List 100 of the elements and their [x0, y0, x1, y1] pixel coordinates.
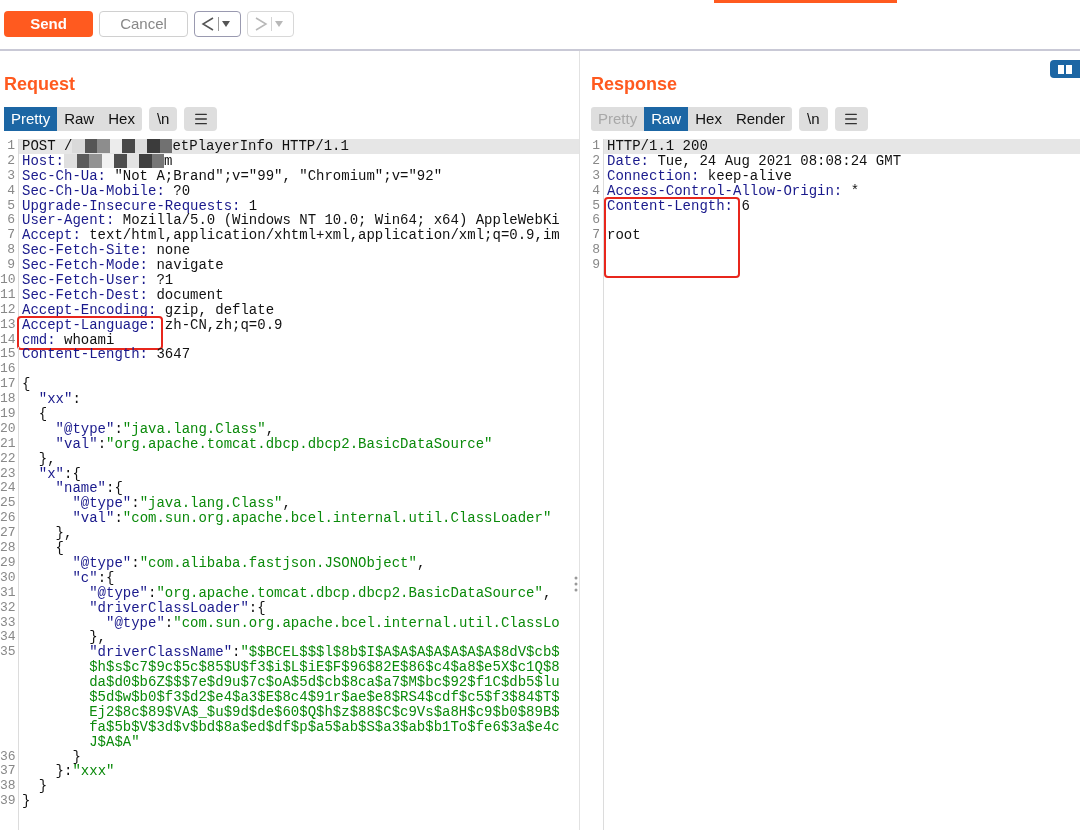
code-line: "x":{	[37, 465, 81, 482]
code-line: Upgrade-Insecure-Requests: 1	[22, 197, 258, 214]
line-number: 8	[7, 242, 15, 258]
line-number: 2	[592, 152, 600, 168]
code-line: "@type":"com.alibaba.fastjson.JSONObject",	[71, 554, 426, 571]
view-tab[interactable]: Render	[728, 107, 793, 131]
line-number: 10	[0, 272, 16, 287]
code-line: },	[54, 525, 73, 542]
line-number: 29	[0, 554, 16, 570]
code-text: m	[164, 152, 173, 169]
menu-button[interactable]	[184, 107, 218, 131]
drag-handle-icon	[574, 576, 578, 592]
line-number: 19	[0, 406, 16, 422]
line-number: 15	[0, 346, 16, 362]
line-number: 31	[0, 584, 16, 600]
code-line: J$A$A"	[88, 733, 140, 750]
line-number: 7	[7, 227, 15, 243]
code-line: "val":"com.sun.org.apache.bcel.internal.util.ClassLoader"	[71, 510, 552, 527]
view-tab[interactable]: Raw	[57, 107, 102, 131]
code-line: Accept-Language: zh-CN,zh;q=0.9	[22, 316, 283, 333]
chevron-left-icon	[201, 16, 215, 32]
line-number: 4	[592, 182, 600, 198]
code-line: $5d$w$b0$f3$d2$e4$a3$E$8c4$91r$ae$e8$RS4$cdf$c5$f3$84$T$	[88, 688, 560, 705]
line-number: 6	[592, 212, 600, 228]
line-number: 24	[0, 480, 16, 496]
code-line: Content-Length: 3647	[22, 346, 191, 363]
chevron-right-icon	[254, 16, 268, 32]
line-number: 34	[0, 629, 16, 645]
line-number: 5	[7, 197, 15, 213]
code-line: "@type":"java.lang.Class",	[54, 420, 275, 437]
newline-toggle[interactable]: \n	[799, 107, 828, 131]
view-tab[interactable]: Hex	[101, 107, 142, 131]
line-number: 1	[592, 138, 600, 153]
caret-down-icon	[275, 21, 283, 27]
line-number: 12	[0, 301, 16, 317]
code-line: fa$5b$V$3d$v$bd$8a$ed$df$p$a5$ab$S$a3$ab$b1To$fe6$3a$e4c	[88, 718, 560, 735]
line-number: 20	[0, 420, 16, 436]
code-line: Date: Tue, 24 Aug 2021 08:08:24 GMT	[607, 152, 902, 169]
code-line: },	[88, 629, 106, 646]
code-line: Sec-Fetch-User: ?1	[22, 272, 174, 288]
code-line: },	[37, 450, 56, 467]
line-number: 23	[0, 465, 16, 481]
code-line: Accept-Encoding: gzip, deflate	[22, 301, 275, 318]
line-number: 16	[0, 361, 16, 377]
line-number: 35	[0, 644, 16, 660]
line-number: 28	[0, 540, 16, 556]
layout-toggle-button[interactable]	[1050, 60, 1080, 78]
panel-title: Response	[590, 73, 679, 95]
menu-icon	[192, 111, 209, 127]
code-line: }	[37, 778, 48, 795]
line-number: 25	[0, 495, 16, 511]
code-line: "@type":"com.sun.org.apache.bcel.internal.util.ClassLo	[105, 614, 560, 631]
newline-toggle[interactable]: \n	[148, 107, 178, 131]
code-line: "val":"org.apache.tomcat.dbcp.dbcp2.BasicDataSource"	[54, 435, 493, 452]
line-number: 3	[592, 167, 600, 183]
code-line: {	[22, 376, 31, 393]
code-line: Sec-Ch-Ua: "Not A;Brand";v="99", "Chromium";v="92"	[22, 167, 443, 184]
code-line: "@type":"org.apache.tomcat.dbcp.dbcp2.BasicDataSource",	[88, 584, 552, 601]
code-line: Sec-Fetch-Site: none	[22, 242, 191, 259]
line-number: 38	[0, 778, 16, 794]
code-line: $h$s$c7$9c$5c$85$U$f3$i$L$iE$F$96$82E$86$c4$a8$e5X$c1Q$8	[88, 659, 560, 676]
line-number: 22	[0, 450, 16, 466]
code-line: }	[22, 793, 31, 810]
code-line: HTTP/1.1 200	[607, 138, 708, 154]
code-text: POST /	[22, 138, 73, 154]
line-number: 39	[0, 793, 16, 809]
code-line: }:"xxx"	[54, 763, 115, 780]
line-number: 3	[7, 167, 15, 183]
code-line: Access-Control-Allow-Origin: *	[607, 182, 860, 199]
code-text: etPlayerInfo HTTP/1.1	[172, 138, 349, 154]
code-line: Accept: text/html,application/xhtml+xml,application/xml;q=0.9,im	[22, 227, 560, 244]
line-number: 11	[0, 286, 16, 302]
line-number: 33	[0, 614, 16, 630]
back-button[interactable]	[194, 11, 241, 37]
line-number: 7	[592, 227, 600, 243]
code-line: "@type":"java.lang.Class",	[71, 495, 291, 512]
line-number: 18	[0, 391, 16, 407]
code-line: Ej2$8c$89$VA$_$u$9d$de$60$Q$h$z$88$C$c9Vs$a8H$c9$b0$89B$	[88, 703, 560, 720]
line-number: 27	[0, 525, 16, 541]
code-line: }	[71, 748, 81, 765]
line-number: 17	[0, 376, 16, 392]
code-text: Host:	[22, 152, 64, 169]
code-line: Connection: keep-alive	[607, 167, 792, 184]
code-line: {	[37, 406, 48, 423]
line-number: 1	[7, 138, 15, 153]
line-number: 14	[0, 331, 16, 347]
view-tab[interactable]: Raw	[644, 107, 689, 131]
code-line: "name":{	[54, 480, 123, 497]
line-number: 32	[0, 599, 16, 615]
line-number: 4	[7, 182, 15, 198]
line-number: 36	[0, 748, 16, 764]
code-line: "xx":	[37, 391, 81, 408]
menu-button[interactable]	[834, 107, 868, 131]
code-line: "c":{	[71, 569, 115, 586]
view-tab[interactable]: Hex	[688, 107, 729, 131]
caret-down-icon	[222, 21, 230, 27]
line-number: 5	[592, 197, 600, 213]
line-number: 9	[7, 257, 15, 273]
view-tab[interactable]: Pretty	[4, 107, 58, 131]
menu-icon	[843, 111, 860, 127]
